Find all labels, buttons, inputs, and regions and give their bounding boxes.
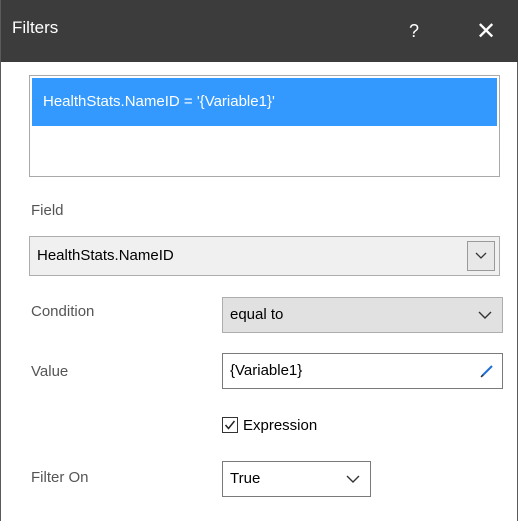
- field-value: HealthStats.NameID: [37, 247, 174, 264]
- close-icon: ✕: [475, 17, 497, 45]
- chevron-down-icon: [475, 252, 487, 259]
- filter-on-label: Filter On: [31, 469, 89, 486]
- condition-dropdown[interactable]: equal to: [222, 297, 503, 333]
- close-button[interactable]: ✕: [461, 0, 511, 62]
- field-dropdown[interactable]: HealthStats.NameID: [29, 236, 500, 276]
- filter-list[interactable]: HealthStats.NameID = '{Variable1}': [29, 75, 500, 177]
- chevron-down-icon: [346, 475, 360, 483]
- value-input[interactable]: {Variable1}: [222, 353, 503, 389]
- help-button[interactable]: ?: [389, 0, 439, 62]
- condition-label: Condition: [31, 303, 95, 320]
- title-bar: Filters ? ✕: [1, 0, 518, 62]
- window-title: Filters: [12, 18, 59, 37]
- filter-expression: HealthStats.NameID = '{Variable1}': [43, 93, 275, 110]
- field-dropdown-button[interactable]: [467, 241, 495, 271]
- expression-label: Expression: [243, 416, 318, 434]
- value-text: {Variable1}: [230, 362, 303, 379]
- filter-on-dropdown[interactable]: True: [222, 461, 371, 497]
- value-label: Value: [31, 363, 69, 380]
- filters-dialog: Filters ? ✕ HealthStats.NameID = '{Varia…: [0, 0, 518, 521]
- expression-checkbox[interactable]: [222, 417, 238, 433]
- expression-checkbox-wrap[interactable]: Expression: [222, 414, 317, 436]
- check-icon: [224, 420, 236, 430]
- filter-list-item[interactable]: HealthStats.NameID = '{Variable1}': [32, 78, 497, 126]
- pencil-icon[interactable]: [480, 364, 494, 378]
- condition-value: equal to: [230, 306, 284, 323]
- filter-on-value: True: [230, 470, 261, 487]
- field-label: Field: [31, 202, 64, 219]
- chevron-down-icon: [478, 311, 492, 319]
- help-icon: ?: [408, 20, 419, 41]
